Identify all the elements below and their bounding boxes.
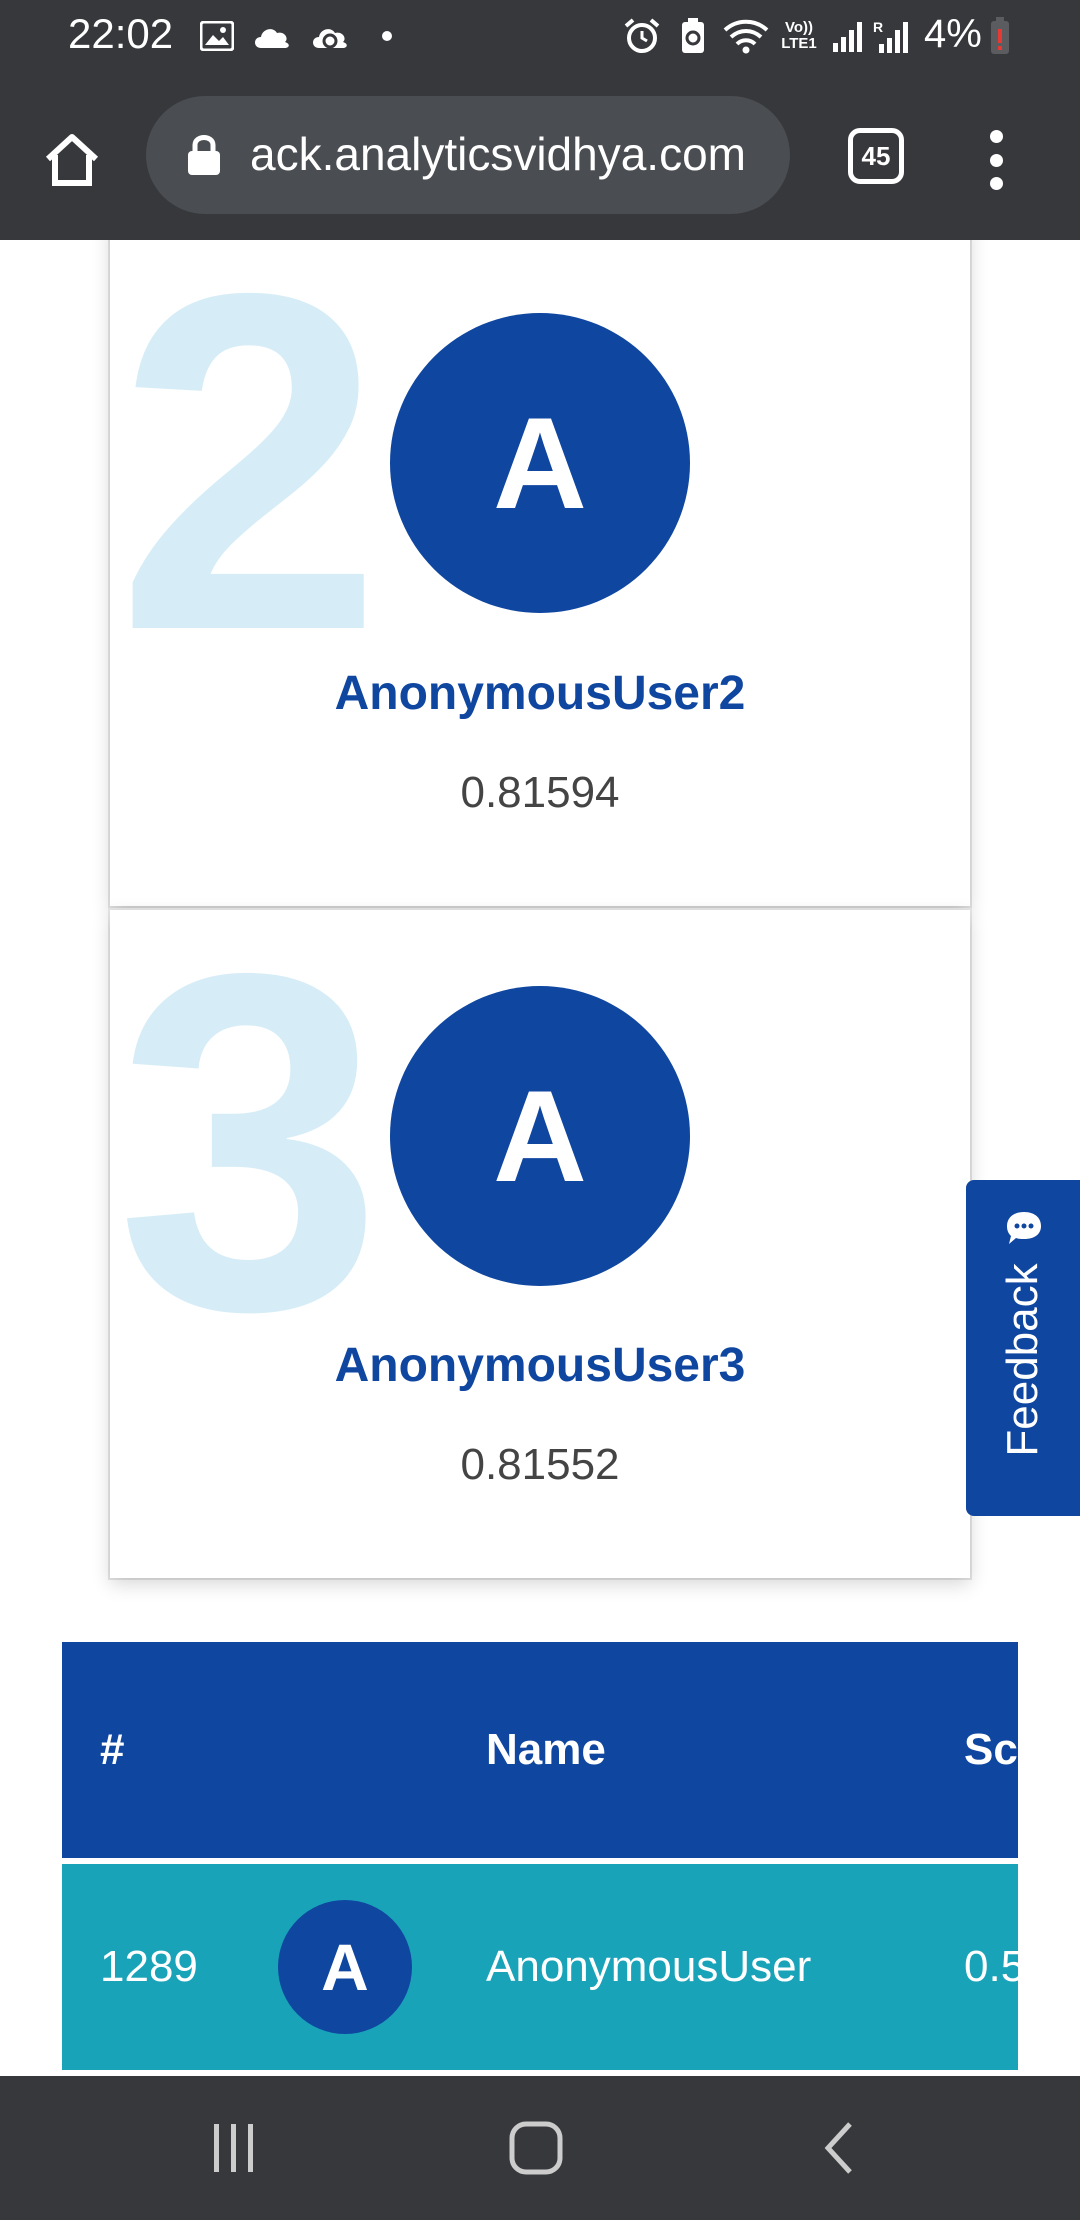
back-button[interactable]	[800, 2112, 880, 2184]
menu-dot-icon	[989, 177, 1003, 190]
feedback-label: Feedback	[998, 1263, 1047, 1457]
table-row[interactable]: 1289 A AnonymousUser 0.5	[62, 1864, 1018, 2070]
row-score: 0.5	[964, 1942, 1018, 1991]
page-content: 2 A AnonymousUser2 0.81594 3 A Anonymous…	[0, 240, 1080, 2076]
back-icon	[824, 2122, 852, 2174]
battery-saver-icon	[678, 14, 708, 58]
gallery-icon	[198, 14, 236, 58]
user-name[interactable]: AnonymousUser3	[110, 1338, 970, 1393]
column-header-rank: #	[100, 1725, 125, 1774]
address-bar[interactable]: ack.analyticsvidhya.com	[146, 96, 790, 214]
rank-watermark: 2	[116, 240, 383, 730]
row-name: AnonymousUser	[486, 1942, 812, 1991]
cloud-sync-icon	[308, 14, 352, 58]
menu-button[interactable]	[976, 124, 1016, 196]
home-icon	[45, 134, 99, 186]
volte-icon: Vo)) LTE1	[781, 19, 817, 52]
cloud-icon	[250, 14, 294, 58]
url-text: ack.analyticsvidhya.com	[250, 128, 746, 180]
home-nav-button[interactable]	[496, 2112, 576, 2184]
tab-switcher-button[interactable]: 45	[848, 128, 904, 184]
home-nav-icon	[509, 2121, 563, 2175]
table-header: # Name Sc	[62, 1642, 1018, 1858]
navigation-bar	[0, 2076, 1080, 2220]
user-name[interactable]: AnonymousUser2	[110, 666, 970, 721]
avatar: A	[390, 986, 690, 1286]
alarm-icon	[622, 14, 662, 58]
dot-icon	[380, 14, 394, 58]
battery-icon	[988, 14, 1012, 58]
chat-bubble-icon	[1004, 1208, 1044, 1248]
svg-text:R: R	[873, 19, 883, 35]
avatar: A	[278, 1900, 412, 2034]
feedback-button[interactable]: Feedback	[966, 1180, 1080, 1516]
column-header-score: Sc	[964, 1725, 1018, 1774]
user-score: 0.81594	[460, 768, 620, 817]
status-bar: 22:02 Vo)) LTE1 R 4%	[0, 0, 1080, 72]
leaderboard-table: # Name Sc 1289 A AnonymousUser 0.5	[62, 1642, 1018, 2070]
menu-dot-icon	[989, 153, 1003, 167]
lock-icon	[186, 132, 222, 176]
row-rank: 1289	[100, 1942, 198, 1991]
menu-dot-icon	[989, 130, 1003, 143]
battery-percentage: 4%	[924, 12, 982, 56]
recent-apps-button[interactable]	[194, 2112, 274, 2184]
browser-toolbar: ack.analyticsvidhya.com 45	[0, 72, 1080, 240]
status-time: 22:02	[68, 10, 174, 57]
signal-icon	[830, 14, 866, 58]
user-score: 0.81552	[460, 1440, 620, 1489]
home-button[interactable]	[36, 124, 108, 196]
podium-card: 2 A AnonymousUser2 0.81594	[110, 240, 970, 906]
avatar: A	[390, 313, 690, 613]
column-header-name: Name	[486, 1725, 606, 1774]
recent-apps-icon	[214, 2124, 253, 2172]
wifi-icon	[722, 14, 770, 58]
podium-card: 3 A AnonymousUser3 0.81552	[110, 910, 970, 1578]
signal-roaming-icon: R	[872, 14, 912, 58]
rank-watermark: 3	[116, 910, 383, 1410]
